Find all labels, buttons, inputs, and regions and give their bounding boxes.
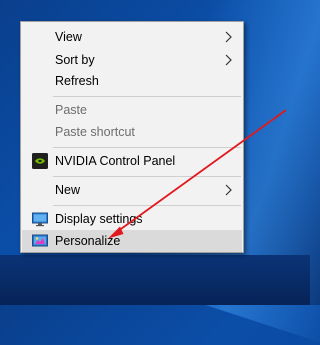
menu-item-label: Display settings xyxy=(55,212,143,226)
chevron-right-icon xyxy=(225,54,232,66)
menu-item-label: Refresh xyxy=(55,74,99,88)
context-menu: View Sort by Refresh Paste Paste shortcu… xyxy=(20,21,244,253)
menu-item-view[interactable]: View xyxy=(22,26,242,48)
menu-item-label: New xyxy=(55,183,81,197)
nvidia-icon xyxy=(32,153,48,169)
menu-item-nvidia-control-panel[interactable]: NVIDIA Control Panel xyxy=(22,150,242,172)
menu-separator xyxy=(53,176,241,177)
menu-item-personalize[interactable]: Personalize xyxy=(22,230,242,252)
menu-item-label: Paste shortcut xyxy=(55,125,135,139)
personalize-icon xyxy=(32,234,48,247)
menu-item-new[interactable]: New xyxy=(22,179,242,201)
menu-separator xyxy=(53,147,241,148)
menu-item-label: Sort by xyxy=(55,53,95,67)
chevron-right-icon xyxy=(225,31,232,43)
menu-item-refresh[interactable]: Refresh xyxy=(22,70,242,92)
menu-item-label: View xyxy=(55,30,82,44)
menu-separator xyxy=(53,205,241,206)
chevron-right-icon xyxy=(225,184,232,196)
menu-item-paste-shortcut: Paste shortcut xyxy=(22,121,242,143)
menu-separator xyxy=(53,96,241,97)
display-settings-icon xyxy=(32,212,48,227)
menu-item-paste: Paste xyxy=(22,99,242,121)
menu-item-label: Personalize xyxy=(55,234,121,248)
menu-item-label: NVIDIA Control Panel xyxy=(55,154,176,168)
menu-item-label: Paste xyxy=(55,103,87,117)
menu-item-display-settings[interactable]: Display settings xyxy=(22,208,242,230)
menu-item-sort-by[interactable]: Sort by xyxy=(22,49,242,71)
